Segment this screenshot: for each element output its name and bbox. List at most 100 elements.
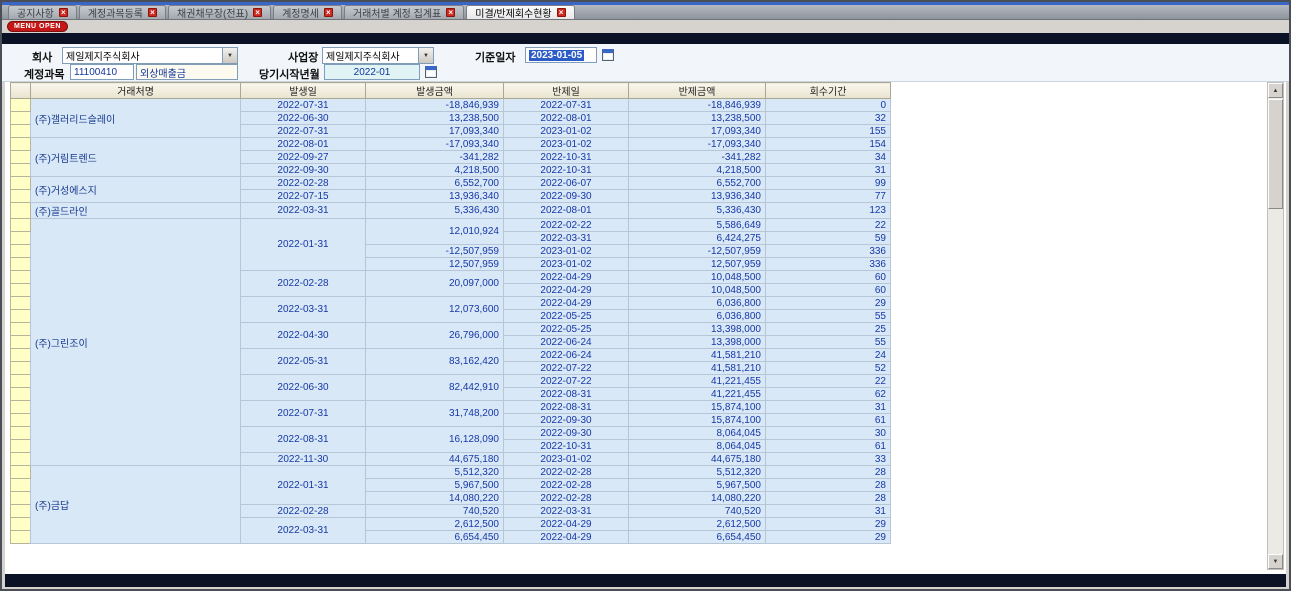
row-selector[interactable] — [11, 190, 31, 203]
cell-sd[interactable]: 2022-09-30 — [504, 414, 629, 427]
row-selector[interactable] — [11, 414, 31, 427]
cell-sd[interactable]: 2023-01-02 — [504, 138, 629, 151]
cell-sd[interactable]: 2022-02-28 — [504, 479, 629, 492]
cell-oa[interactable]: 4,218,500 — [366, 164, 504, 177]
cell-sd[interactable]: 2023-01-02 — [504, 258, 629, 271]
cell-sa[interactable]: -18,846,939 — [629, 99, 766, 112]
row-selector[interactable] — [11, 375, 31, 388]
cell-oa[interactable]: 13,936,340 — [366, 190, 504, 203]
tab-close-icon[interactable]: × — [59, 8, 68, 17]
tab-inactive[interactable]: 채권채무장(전표)× — [168, 5, 271, 19]
cell-sa[interactable]: 8,064,045 — [629, 440, 766, 453]
cell-p[interactable]: 22 — [766, 375, 891, 388]
company-select[interactable]: 제일제지주식회사 ▼ — [62, 47, 238, 64]
row-selector[interactable] — [11, 310, 31, 323]
cell-od[interactable]: 2022-08-31 — [241, 427, 366, 453]
cell-sd[interactable]: 2022-05-25 — [504, 323, 629, 336]
cell-sd[interactable]: 2023-01-02 — [504, 125, 629, 138]
cell-sa[interactable]: 44,675,180 — [629, 453, 766, 466]
cell-oa[interactable]: 6,654,450 — [366, 531, 504, 544]
cell-sa[interactable]: 740,520 — [629, 505, 766, 518]
row-selector[interactable] — [11, 245, 31, 258]
cell-p[interactable]: 61 — [766, 440, 891, 453]
tab-close-icon[interactable]: × — [148, 8, 157, 17]
cell-od[interactable]: 2022-01-31 — [241, 466, 366, 505]
column-header[interactable]: 거래처명 — [31, 83, 241, 99]
cell-od[interactable]: 2022-02-28 — [241, 271, 366, 297]
cell-sa[interactable]: 13,936,340 — [629, 190, 766, 203]
cell-oa[interactable]: -17,093,340 — [366, 138, 504, 151]
cell-sd[interactable]: 2022-02-28 — [504, 492, 629, 505]
row-selector[interactable] — [11, 177, 31, 190]
row-selector[interactable] — [11, 164, 31, 177]
row-selector[interactable] — [11, 505, 31, 518]
cell-oa[interactable]: 12,010,924 — [366, 219, 504, 245]
cell-sd[interactable]: 2022-02-22 — [504, 219, 629, 232]
cell-sa[interactable]: 12,507,959 — [629, 258, 766, 271]
cell-sa[interactable]: 6,036,800 — [629, 297, 766, 310]
cell-customer[interactable]: (주)그린조이 — [31, 219, 241, 466]
tab-inactive[interactable]: 계정과목등록× — [79, 5, 166, 19]
cell-sa[interactable]: 6,552,700 — [629, 177, 766, 190]
row-selector[interactable] — [11, 479, 31, 492]
cell-oa[interactable]: 82,442,910 — [366, 375, 504, 401]
cell-od[interactable]: 2022-02-28 — [241, 177, 366, 190]
row-selector[interactable] — [11, 401, 31, 414]
row-selector[interactable] — [11, 362, 31, 375]
account-code-input[interactable]: 11100410 — [70, 64, 134, 80]
cell-customer[interactable]: (주)골드라인 — [31, 203, 241, 219]
cell-p[interactable]: 30 — [766, 427, 891, 440]
cell-sa[interactable]: 41,221,455 — [629, 388, 766, 401]
cell-p[interactable]: 25 — [766, 323, 891, 336]
cell-p[interactable]: 61 — [766, 414, 891, 427]
cell-p[interactable]: 31 — [766, 401, 891, 414]
cell-p[interactable]: 336 — [766, 245, 891, 258]
cell-p[interactable]: 29 — [766, 518, 891, 531]
cell-sd[interactable]: 2022-03-31 — [504, 232, 629, 245]
cell-oa[interactable]: 5,967,500 — [366, 479, 504, 492]
cell-p[interactable]: 60 — [766, 284, 891, 297]
base-date-input[interactable]: 2023-01-05 — [525, 47, 597, 63]
cell-sa[interactable]: 15,874,100 — [629, 414, 766, 427]
cell-sa[interactable]: 6,654,450 — [629, 531, 766, 544]
cell-od[interactable]: 2022-08-01 — [241, 138, 366, 151]
scroll-down-icon[interactable]: ▼ — [1268, 554, 1283, 569]
cell-p[interactable]: 155 — [766, 125, 891, 138]
row-selector[interactable] — [11, 453, 31, 466]
cell-od[interactable]: 2022-03-31 — [241, 518, 366, 544]
cell-sa[interactable]: -341,282 — [629, 151, 766, 164]
chevron-down-icon[interactable]: ▼ — [222, 48, 237, 63]
cell-sd[interactable]: 2022-05-25 — [504, 310, 629, 323]
cell-sd[interactable]: 2022-10-31 — [504, 151, 629, 164]
cell-sa[interactable]: 17,093,340 — [629, 125, 766, 138]
cell-sd[interactable]: 2022-04-29 — [504, 531, 629, 544]
cell-oa[interactable]: 6,552,700 — [366, 177, 504, 190]
cell-p[interactable]: 29 — [766, 531, 891, 544]
cell-oa[interactable]: 44,675,180 — [366, 453, 504, 466]
row-selector[interactable] — [11, 440, 31, 453]
period-start-input[interactable]: 2022-01 — [324, 64, 420, 80]
cell-sd[interactable]: 2022-08-31 — [504, 388, 629, 401]
cell-oa[interactable]: -341,282 — [366, 151, 504, 164]
cell-p[interactable]: 60 — [766, 271, 891, 284]
cell-od[interactable]: 2022-07-31 — [241, 99, 366, 112]
cell-od[interactable]: 2022-03-31 — [241, 203, 366, 219]
cell-p[interactable]: 55 — [766, 336, 891, 349]
cell-sa[interactable]: 6,036,800 — [629, 310, 766, 323]
tab-inactive[interactable]: 공지사항× — [8, 5, 77, 19]
cell-p[interactable]: 62 — [766, 388, 891, 401]
cell-sd[interactable]: 2022-04-29 — [504, 284, 629, 297]
row-selector[interactable] — [11, 219, 31, 232]
row-selector[interactable] — [11, 125, 31, 138]
tab-inactive[interactable]: 계정명세× — [273, 5, 342, 19]
chevron-down-icon[interactable]: ▼ — [418, 48, 433, 63]
cell-sd[interactable]: 2023-01-02 — [504, 453, 629, 466]
cell-sd[interactable]: 2022-10-31 — [504, 164, 629, 177]
row-selector[interactable] — [11, 258, 31, 271]
calendar-icon[interactable] — [425, 66, 437, 78]
cell-oa[interactable]: 12,507,959 — [366, 258, 504, 271]
cell-p[interactable]: 154 — [766, 138, 891, 151]
row-selector[interactable] — [11, 284, 31, 297]
cell-sa[interactable]: 8,064,045 — [629, 427, 766, 440]
cell-od[interactable]: 2022-01-31 — [241, 219, 366, 271]
